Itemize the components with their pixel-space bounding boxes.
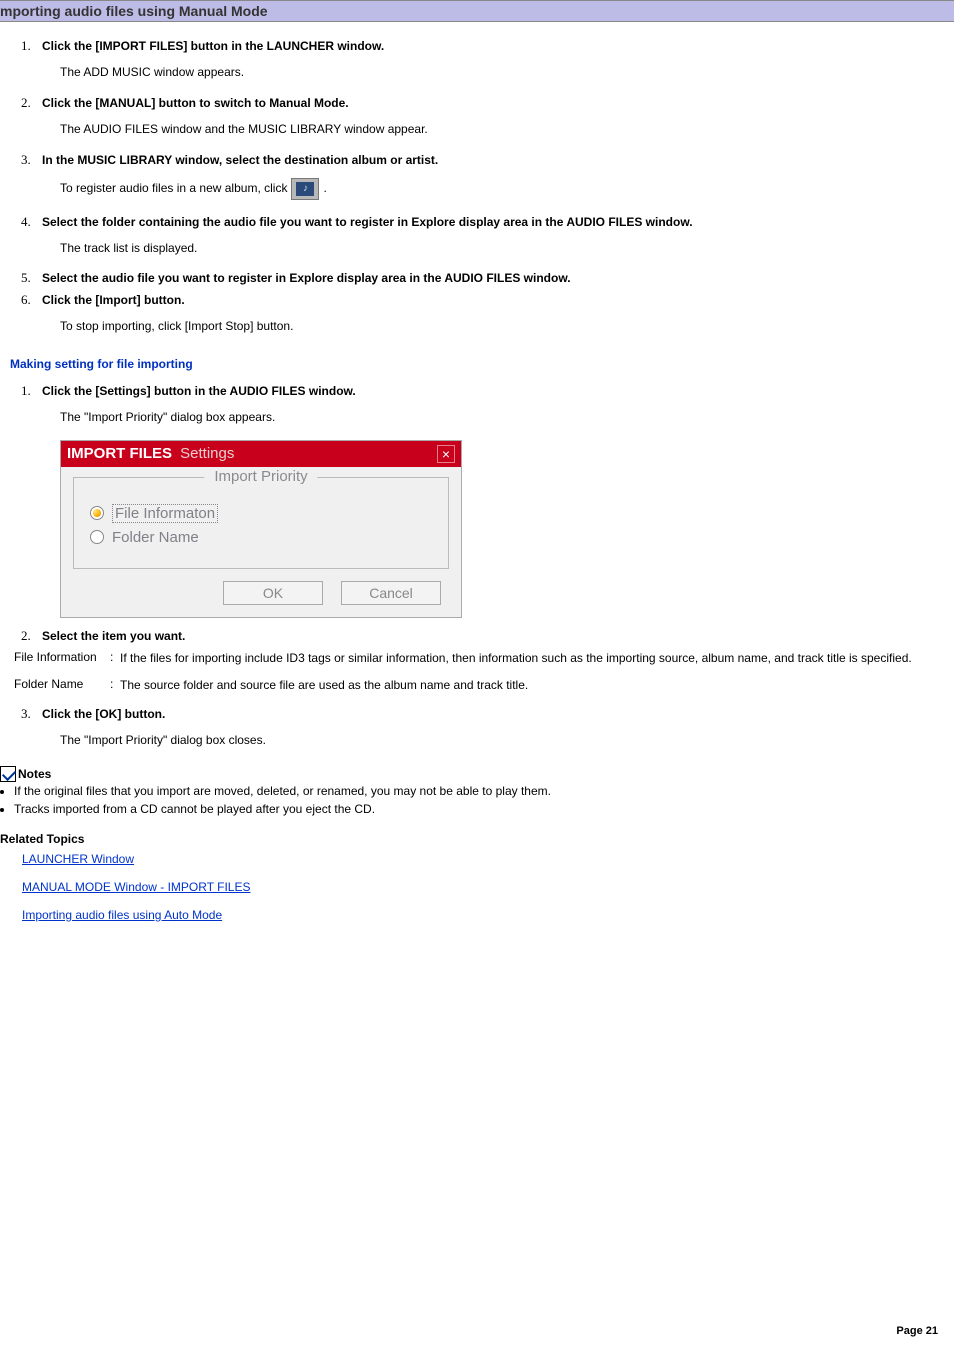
step-item: Select the folder containing the audio f… — [34, 214, 954, 257]
link-manual-mode-window[interactable]: MANUAL MODE Window - IMPORT FILES — [22, 880, 251, 894]
close-icon[interactable]: × — [437, 445, 455, 463]
step-label: In the MUSIC LIBRARY window, select the … — [34, 153, 438, 167]
step-label: Select the folder containing the audio f… — [34, 215, 693, 229]
step-label: Click the [Settings] button in the AUDIO… — [34, 384, 356, 398]
cancel-button[interactable]: Cancel — [341, 581, 441, 605]
radio-icon — [90, 530, 104, 544]
step-desc-prefix: To register audio files in a new album, … — [60, 180, 287, 197]
definition-row: File Information : If the files for impo… — [14, 650, 954, 667]
link-launcher-window[interactable]: LAUNCHER Window — [22, 852, 134, 866]
step-desc: The ADD MUSIC window appears. — [60, 64, 954, 81]
definition-term: Folder Name — [14, 677, 110, 691]
page-number: Page 21 — [896, 1325, 938, 1337]
step-desc: The "Import Priority" dialog box appears… — [60, 409, 954, 426]
notes-heading: Notes — [0, 766, 954, 782]
note-item: If the original files that you import ar… — [14, 784, 954, 800]
step-label: Click the [MANUAL] button to switch to M… — [34, 96, 349, 110]
dialog-group-label: Import Priority — [204, 468, 317, 485]
radio-folder-name[interactable]: Folder Name — [90, 529, 432, 546]
main-steps-list: Click the [IMPORT FILES] button in the L… — [0, 38, 954, 335]
step-desc: The AUDIO FILES window and the MUSIC LIB… — [60, 121, 954, 138]
step-label: Select the item you want. — [34, 629, 185, 643]
step-item: Click the [Settings] button in the AUDIO… — [34, 383, 954, 618]
related-links: LAUNCHER Window MANUAL MODE Window - IMP… — [22, 852, 954, 936]
step-item: Click the [OK] button. The "Import Prior… — [34, 706, 954, 749]
radio-label: Folder Name — [112, 529, 199, 546]
dialog-title-2: Settings — [180, 445, 234, 462]
sub-steps-list: Click the [Settings] button in the AUDIO… — [0, 383, 954, 644]
step-item: Click the [Import] button. To stop impor… — [34, 292, 954, 335]
step-desc: The "Import Priority" dialog box closes. — [60, 732, 954, 749]
notes-list: If the original files that you import ar… — [14, 784, 954, 817]
radio-label: File Informaton — [112, 504, 218, 523]
step-desc: To register audio files in a new album, … — [60, 178, 954, 200]
section-heading: Making setting for file importing — [10, 357, 954, 371]
definition-table: File Information : If the files for impo… — [14, 650, 954, 694]
radio-file-information[interactable]: File Informaton — [90, 504, 432, 523]
dialog-group: Import Priority File Informaton Folder N… — [73, 477, 449, 569]
dialog-titlebar: IMPORT FILES Settings × — [61, 441, 461, 467]
step-label: Click the [OK] button. — [34, 707, 165, 721]
step-item: Select the item you want. — [34, 628, 954, 644]
link-importing-auto-mode[interactable]: Importing audio files using Auto Mode — [22, 908, 222, 922]
definition-row: Folder Name : The source folder and sour… — [14, 677, 954, 694]
step-desc-suffix: . — [323, 180, 326, 197]
definition-term: File Information — [14, 650, 110, 664]
dialog-title-1: IMPORT FILES — [67, 445, 172, 462]
note-icon — [0, 766, 16, 782]
radio-icon — [90, 506, 104, 520]
step-item: Select the audio file you want to regist… — [34, 270, 954, 286]
ok-button[interactable]: OK — [223, 581, 323, 605]
step-label: Click the [Import] button. — [34, 293, 185, 307]
step-item: Click the [MANUAL] button to switch to M… — [34, 95, 954, 138]
definition-desc: If the files for importing include ID3 t… — [120, 650, 954, 667]
new-album-icon[interactable] — [291, 178, 319, 200]
related-heading: Related Topics — [0, 832, 954, 846]
note-item: Tracks imported from a CD cannot be play… — [14, 802, 954, 818]
step-item: Click the [IMPORT FILES] button in the L… — [34, 38, 954, 81]
step-desc: The track list is displayed. — [60, 240, 954, 257]
import-priority-dialog: IMPORT FILES Settings × Import Priority … — [60, 440, 462, 618]
dialog-body: Import Priority File Informaton Folder N… — [61, 467, 461, 617]
step-label: Select the audio file you want to regist… — [34, 271, 571, 285]
page-title: mporting audio files using Manual Mode — [0, 0, 954, 22]
step-item: In the MUSIC LIBRARY window, select the … — [34, 152, 954, 200]
notes-label: Notes — [18, 767, 51, 781]
step-label: Click the [IMPORT FILES] button in the L… — [34, 39, 384, 53]
definition-desc: The source folder and source file are us… — [120, 677, 954, 694]
sub-steps-list-cont: Click the [OK] button. The "Import Prior… — [0, 706, 954, 749]
step-desc: To stop importing, click [Import Stop] b… — [60, 318, 954, 335]
